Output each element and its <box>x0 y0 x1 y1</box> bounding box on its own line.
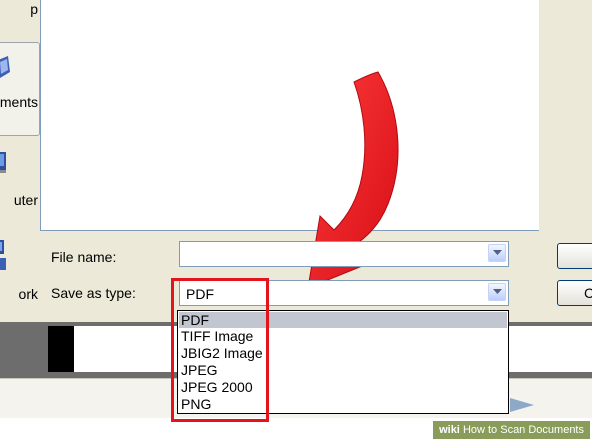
places-item-my-documents[interactable]: ments <box>0 52 40 122</box>
save-button[interactable] <box>557 243 592 269</box>
places-item-my-computer[interactable]: uter <box>0 148 40 208</box>
network-icon <box>0 240 6 270</box>
cancel-button-label: C <box>584 285 592 301</box>
watermark-text: How to Scan Documents <box>462 424 584 436</box>
my-documents-icon <box>0 56 10 78</box>
play-arrow-icon <box>510 398 534 412</box>
save-as-type-dropdown-button[interactable] <box>488 283 506 301</box>
file-name-label: File name: <box>51 249 117 265</box>
places-item-label: uter <box>13 192 38 208</box>
chevron-down-icon <box>493 289 502 294</box>
cancel-button[interactable]: C <box>557 280 592 306</box>
places-item-network[interactable]: ork <box>0 238 40 308</box>
chevron-down-icon <box>493 250 502 255</box>
background-strip-block <box>48 326 74 372</box>
save-as-type-label: Save as type: <box>51 285 136 301</box>
wikihow-watermark: wiki How to Scan Documents <box>433 421 590 439</box>
places-item-desktop[interactable]: p <box>0 0 40 30</box>
places-item-label: p <box>30 1 38 17</box>
file-name-combobox[interactable] <box>179 241 509 267</box>
my-computer-icon <box>0 152 6 173</box>
file-name-dropdown-button[interactable] <box>488 244 506 262</box>
places-item-label: ork <box>18 286 38 302</box>
places-item-label: ments <box>0 94 38 110</box>
watermark-brand: wiki <box>439 424 460 436</box>
red-highlight-box <box>171 278 269 422</box>
places-bar: p ments uter ork <box>0 0 40 322</box>
